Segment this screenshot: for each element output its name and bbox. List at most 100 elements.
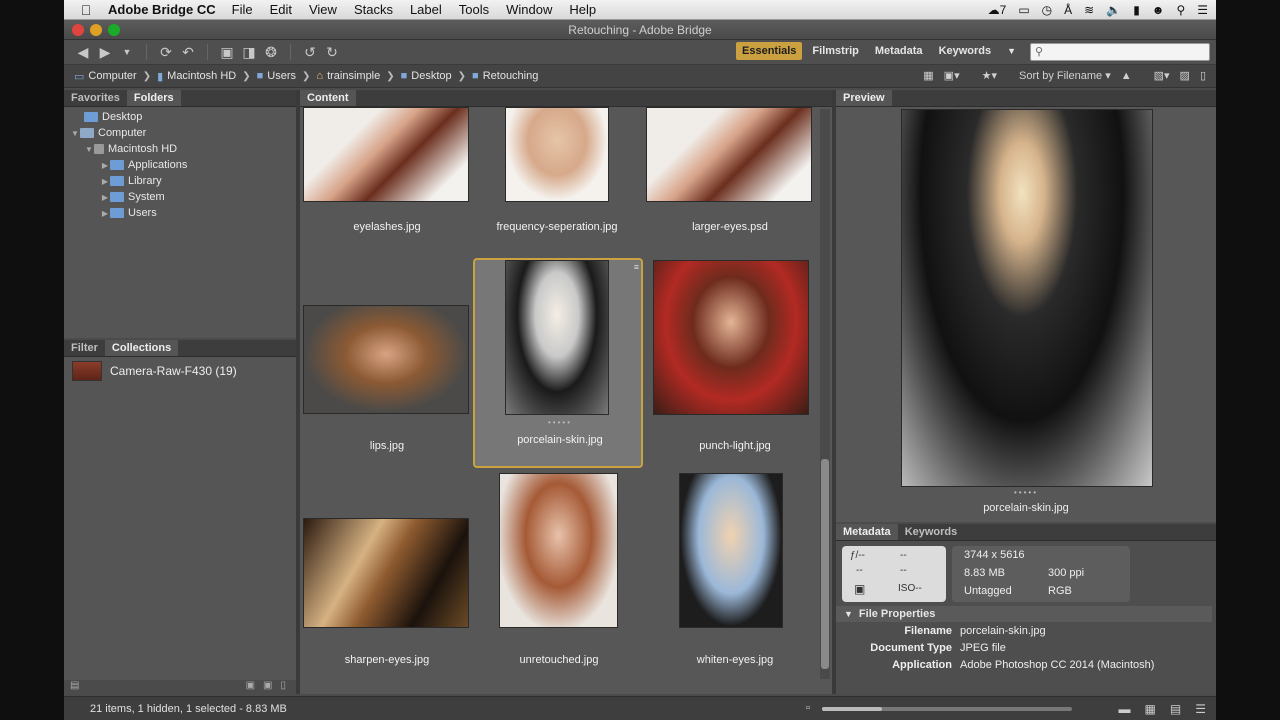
crumb-macintosh-hd[interactable]: ▮ Macintosh HD [157,70,236,83]
new-collection-set-icon[interactable]: ▣ [263,680,272,694]
crumb-computer[interactable]: ▭ Computer [74,70,137,83]
notification-center-icon[interactable]: ☰ [1197,3,1208,17]
crumb-separator-icon[interactable]: ❯ [242,71,250,82]
search-input[interactable]: ⚲ [1030,43,1210,61]
delete-item-icon[interactable]: ▯ [1200,69,1206,82]
collapsed-arrow-icon[interactable]: ▶ [100,161,110,170]
tree-item-desktop[interactable]: Desktop [64,109,296,125]
menu-view[interactable]: View [309,2,337,17]
battery-icon[interactable]: ▮ [1133,3,1140,17]
tree-item-applications[interactable]: ▶ Applications [64,157,296,173]
tab-preview[interactable]: Preview [836,90,892,106]
workspace-keywords[interactable]: Keywords [933,42,998,60]
metadata-value[interactable]: porcelain-skin.jpg [960,625,1046,642]
new-collection-icon[interactable]: ▣ [246,680,255,694]
tab-collections[interactable]: Collections [104,340,179,356]
crumb-separator-icon[interactable]: ❯ [302,71,310,82]
stack-indicator-icon[interactable]: ≡ [634,262,639,272]
delete-collection-icon[interactable]: ▯ [280,680,286,694]
workspace-essentials[interactable]: Essentials [736,42,803,60]
filter-items-icon[interactable]: ▣▾ [944,69,960,82]
rating-star-icon[interactable]: ★▾ [982,69,997,82]
menu-edit[interactable]: Edit [270,2,292,17]
open-recent-folder-icon[interactable]: ▧▾ [1154,69,1170,82]
crumb-retouching[interactable]: ■ Retouching [472,70,538,82]
content-scrollbar[interactable] [820,109,830,679]
preview-image[interactable] [901,109,1153,487]
lock-thumbnail-grid-icon[interactable]: ▬ [1119,702,1131,716]
menu-window[interactable]: Window [506,2,552,17]
refine-icon[interactable]: ◨ [238,44,260,61]
thumbnail-item[interactable]: punch-light.jpg [650,260,818,470]
bluetooth-icon[interactable]: Å [1064,3,1072,17]
collapsed-arrow-icon[interactable]: ▶ [100,209,110,218]
workspace-filmstrip[interactable]: Filmstrip [806,42,864,60]
sort-by-dropdown[interactable]: Sort by Filename ▾ [1019,69,1111,82]
expanded-arrow-icon[interactable]: ▼ [70,129,80,138]
scrollbar-thumb[interactable] [821,459,829,669]
new-smart-collection-icon[interactable]: ▤ [70,680,79,694]
tree-item-library[interactable]: ▶ Library [64,173,296,189]
menu-file[interactable]: File [232,2,253,17]
tab-filter[interactable]: Filter [64,340,105,356]
tree-item-users[interactable]: ▶ Users [64,205,296,221]
back-arrow-icon[interactable]: ◀ [72,44,94,61]
thumbnail-item[interactable]: larger-eyes.psd [645,107,815,233]
tab-content[interactable]: Content [300,90,356,106]
thumbnail-item[interactable]: lips.jpg [302,260,472,470]
crumb-users[interactable]: ■ Users [257,70,296,82]
creative-cloud-icon[interactable]: ☁7 [988,3,1007,17]
thumbnail-item[interactable]: eyelashes.jpg [302,107,472,233]
thumbnail-item[interactable]: frequency-seperation.jpg [472,107,642,233]
tab-metadata[interactable]: Metadata [836,524,898,540]
view-small-thumbnail-icon[interactable]: ▫ [806,702,810,714]
menu-label[interactable]: Label [410,2,442,17]
view-as-details-icon[interactable]: ▤ [1170,702,1181,716]
airplay-icon[interactable]: ▭ [1018,3,1029,17]
thumbnail-item[interactable]: unretouched.jpg [474,473,644,683]
sort-ascending-icon[interactable]: ▲ [1121,70,1132,82]
tree-item-macintosh-hd[interactable]: ▼ Macintosh HD [64,141,296,157]
go-to-parent-icon[interactable]: ⟳ [155,44,177,61]
view-as-list-icon[interactable]: ☰ [1195,702,1206,716]
user-icon[interactable]: ☻ [1152,3,1165,17]
apple-menu-icon[interactable]:  [64,2,108,18]
thumbnail-item-selected[interactable]: ≡ ••••• porcelain-skin.jpg [473,258,643,468]
forward-arrow-icon[interactable]: ▶ [94,44,116,61]
crumb-desktop[interactable]: ■ Desktop [401,70,452,82]
recent-chevron-down-icon[interactable]: ▼ [116,47,138,57]
menu-stacks[interactable]: Stacks [354,2,393,17]
file-properties-header[interactable]: ▼ File Properties [836,606,1212,622]
crumb-trainsimple[interactable]: ⌂ trainsimple [316,70,380,82]
tree-item-computer[interactable]: ▼ Computer [64,125,296,141]
tree-item-system[interactable]: ▶ System [64,189,296,205]
crumb-separator-icon[interactable]: ❯ [458,71,466,82]
collapsed-arrow-icon[interactable]: ▶ [100,177,110,186]
workspace-metadata[interactable]: Metadata [869,42,929,60]
thumbnail-item[interactable]: sharpen-eyes.jpg [302,473,472,683]
expanded-arrow-icon[interactable]: ▼ [84,145,94,154]
collapsed-arrow-icon[interactable]: ▶ [100,193,110,202]
crumb-separator-icon[interactable]: ❯ [143,71,151,82]
menu-help[interactable]: Help [569,2,596,17]
new-folder-icon[interactable]: ▨ [1180,69,1190,82]
volume-icon[interactable]: 🔈 [1106,3,1121,17]
tab-keywords[interactable]: Keywords [898,524,965,540]
return-to-photoshop-icon[interactable]: ↶ [177,44,199,61]
tab-folders[interactable]: Folders [126,90,181,106]
open-in-camera-raw-icon[interactable]: ❂ [260,44,282,61]
crumb-separator-icon[interactable]: ❯ [386,71,394,82]
rotate-right-icon[interactable]: ↻ [321,44,343,61]
menu-tools[interactable]: Tools [459,2,489,17]
rating-dots[interactable]: ••••• [475,418,645,427]
app-menu[interactable]: Adobe Bridge CC [108,2,216,17]
workspace-menu-chevron-down-icon[interactable]: ▼ [1001,43,1022,59]
rotate-left-icon[interactable]: ↺ [299,44,321,61]
spotlight-icon[interactable]: ⚲ [1176,3,1185,17]
thumbnail-quality-icon[interactable]: ▦ [923,69,933,82]
get-photos-from-camera-icon[interactable]: ▣ [216,44,238,61]
time-machine-icon[interactable]: ◷ [1042,3,1052,17]
thumbnail-item[interactable]: whiten-eyes.jpg [650,473,818,683]
wifi-icon[interactable]: ≋ [1084,3,1094,17]
collection-item[interactable]: Camera-Raw-F430 (19) [72,361,288,381]
